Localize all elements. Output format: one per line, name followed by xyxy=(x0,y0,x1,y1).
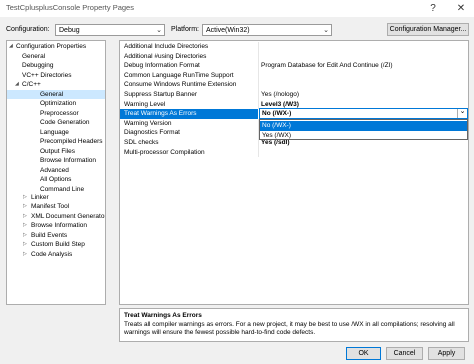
expander-icon[interactable]: ◢ xyxy=(9,42,13,52)
expander-icon[interactable]: ▷ xyxy=(23,212,27,222)
apply-button[interactable]: Apply xyxy=(428,347,465,360)
tree-item-advanced[interactable]: Advanced xyxy=(40,166,69,176)
tree-item-precompiled-headers[interactable]: Precompiled Headers xyxy=(40,137,103,147)
tree-item-output-files[interactable]: Output Files xyxy=(40,147,75,157)
grid-row-additional-include-directories[interactable]: Additional Include Directories xyxy=(120,42,468,52)
grid-row-suppress-startup-banner[interactable]: Suppress Startup Banner Yes (/nologo) xyxy=(120,90,468,100)
grid-row-debug-information-format[interactable]: Debug Information Format Program Databas… xyxy=(120,61,468,71)
platform-select[interactable]: Active(Win32) ⌄ xyxy=(202,24,332,36)
tree-item-general[interactable]: General xyxy=(22,52,45,62)
chevron-down-icon[interactable]: ⌄ xyxy=(457,108,467,118)
chevron-down-icon: ⌄ xyxy=(323,27,329,34)
option-yes-wx[interactable]: Yes (/WX) xyxy=(260,131,467,141)
window-title: TestCplusplusConsole Property Pages xyxy=(6,3,134,12)
expander-icon[interactable]: ▷ xyxy=(23,193,27,203)
tree-item-code-analysis[interactable]: ▷ Code Analysis xyxy=(23,250,105,260)
tree-item-optimization[interactable]: Optimization xyxy=(40,99,76,109)
description-pane: Treat Warnings As Errors Treats all comp… xyxy=(119,308,469,342)
dropdown-current-value: No (/WX-) xyxy=(262,110,292,117)
description-title: Treat Warnings As Errors xyxy=(124,312,202,319)
option-no-wx[interactable]: No (/WX-) xyxy=(260,121,467,131)
chevron-down-icon: ⌄ xyxy=(156,27,162,34)
grid-row-consume-windows-runtime-extension[interactable]: Consume Windows Runtime Extension xyxy=(120,80,468,90)
tree-item-language[interactable]: Language xyxy=(40,128,69,138)
expander-icon[interactable]: ▷ xyxy=(23,221,27,231)
expander-icon[interactable]: ▷ xyxy=(23,250,27,260)
expander-icon[interactable]: ◢ xyxy=(15,80,19,90)
tree-item-c-cpp[interactable]: ◢ C/C++ xyxy=(15,80,105,90)
title-bar: TestCplusplusConsole Property Pages ? ✕ xyxy=(0,0,474,17)
tree-item-xml-document-generator[interactable]: ▷ XML Document Generator xyxy=(23,212,105,222)
tree-item-browse-information[interactable]: Browse Information xyxy=(40,156,96,166)
tree-item-cpp-general[interactable]: General xyxy=(7,89,105,99)
expander-icon[interactable]: ▷ xyxy=(23,202,27,212)
property-tree[interactable]: ◢ Configuration Properties General Debug… xyxy=(6,40,106,305)
configuration-value: Debug xyxy=(59,26,80,34)
grid-row-additional-using-directories[interactable]: Additional #using Directories xyxy=(120,51,468,62)
help-button[interactable]: ? xyxy=(420,0,446,17)
tree-item-browse-information-tool[interactable]: ▷ Browse Information xyxy=(23,221,105,231)
configuration-select[interactable]: Debug ⌄ xyxy=(55,24,165,36)
tree-item-all-options[interactable]: All Options xyxy=(40,175,71,185)
tree-item-preprocessor[interactable]: Preprocessor xyxy=(40,109,79,119)
ok-button[interactable]: OK xyxy=(346,347,381,360)
treat-warnings-dropdown[interactable]: No (/WX-) ⌄ xyxy=(259,108,468,119)
tree-item-vc-directories[interactable]: VC++ Directories xyxy=(22,71,72,81)
tree-item-debugging[interactable]: Debugging xyxy=(22,61,53,71)
description-text: Treats all compiler warnings as errors. … xyxy=(124,321,455,336)
tree-item-code-generation[interactable]: Code Generation xyxy=(40,118,90,128)
cancel-button[interactable]: Cancel xyxy=(386,347,423,360)
tree-item-manifest-tool[interactable]: ▷ Manifest Tool xyxy=(23,202,105,212)
grid-row-multi-processor-compilation[interactable]: Multi-processor Compilation xyxy=(120,147,468,158)
configuration-label: Configuration: xyxy=(6,26,50,33)
property-grid[interactable]: Additional Include Directories Additiona… xyxy=(119,40,469,305)
grid-row-clr-support[interactable]: Common Language RunTime Support xyxy=(120,70,468,81)
close-icon[interactable]: ✕ xyxy=(448,0,474,17)
configuration-manager-button[interactable]: Configuration Manager... xyxy=(387,23,469,36)
tree-item-configuration-properties[interactable]: ◢ Configuration Properties xyxy=(7,42,105,52)
expander-icon[interactable]: ▷ xyxy=(23,231,27,241)
treat-warnings-options[interactable]: No (/WX-) Yes (/WX) xyxy=(259,119,468,140)
expander-icon[interactable]: ▷ xyxy=(23,240,27,250)
platform-label: Platform: xyxy=(171,26,200,33)
tree-item-custom-build-step[interactable]: ▷ Custom Build Step xyxy=(23,240,105,250)
tree-item-build-events[interactable]: ▷ Build Events xyxy=(23,231,105,241)
tree-item-linker[interactable]: ▷ Linker xyxy=(23,193,105,203)
platform-value: Active(Win32) xyxy=(206,26,250,34)
